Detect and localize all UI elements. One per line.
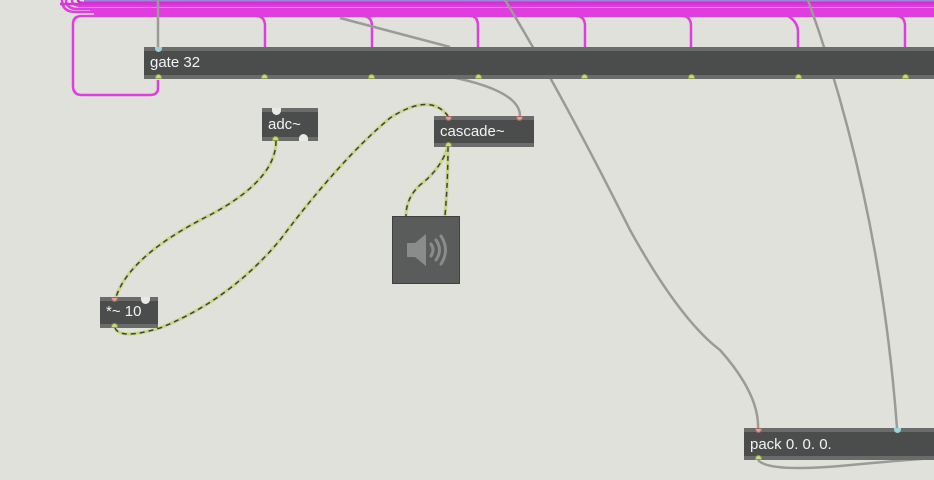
gate-outlet-3[interactable] bbox=[368, 74, 375, 79]
adc-bottom-bar bbox=[262, 137, 318, 141]
gate-outlet-1[interactable] bbox=[155, 74, 162, 79]
patchcord-gate-inlet-5[interactable] bbox=[575, 14, 587, 47]
patchcord-gate-inlet-6[interactable] bbox=[681, 14, 693, 47]
patchcord-gate-inlet-4[interactable] bbox=[469, 14, 480, 47]
speaker-icon bbox=[407, 234, 447, 266]
gate-top-bar bbox=[144, 47, 934, 51]
adc-outlet-left[interactable] bbox=[272, 136, 279, 141]
cascade-inlet-left[interactable] bbox=[445, 116, 452, 121]
gate-object[interactable]: gate 32 bbox=[144, 47, 934, 79]
multiply-inlet-left[interactable] bbox=[111, 297, 118, 302]
pack-inlet-3[interactable] bbox=[894, 428, 901, 433]
gate-outlet-7[interactable] bbox=[795, 74, 802, 79]
patchcord-gate-inlet-2[interactable] bbox=[255, 14, 267, 47]
gate-label: gate 32 bbox=[150, 54, 201, 71]
adc-object[interactable]: adc~ bbox=[262, 108, 318, 141]
gate-outlet-5[interactable] bbox=[581, 74, 588, 79]
multiply-label: *~ 10 bbox=[106, 303, 142, 320]
patchcord-to-cascade-right[interactable] bbox=[445, 74, 522, 117]
adc-inlet[interactable] bbox=[272, 108, 281, 115]
ezdac-speaker-button[interactable] bbox=[392, 216, 460, 284]
multiply-inlet-right[interactable] bbox=[141, 297, 150, 304]
multiply-outlet[interactable] bbox=[111, 323, 118, 328]
gate-outlet-2[interactable] bbox=[261, 74, 268, 79]
cascade-outlet[interactable] bbox=[445, 142, 452, 147]
adc-label: adc~ bbox=[268, 116, 301, 133]
patchcord-to-gate[interactable] bbox=[339, 16, 451, 49]
signal-adc-to-mult[interactable] bbox=[114, 140, 278, 298]
pack-inlet-1[interactable] bbox=[755, 428, 762, 433]
gate-outlet-8[interactable] bbox=[902, 74, 909, 79]
multiply-bottom-bar bbox=[100, 324, 158, 328]
adc-outlet-right[interactable] bbox=[299, 134, 308, 141]
gate-outlet-4[interactable] bbox=[475, 74, 482, 79]
gate-inlet-left[interactable] bbox=[155, 47, 162, 52]
cascade-inlet-right[interactable] bbox=[516, 116, 523, 121]
pack-outlet[interactable] bbox=[755, 455, 762, 460]
pack-top-bar bbox=[744, 428, 934, 432]
gate-outlet-6[interactable] bbox=[688, 74, 695, 79]
cascade-label: cascade~ bbox=[440, 123, 505, 140]
pack-label: pack 0. 0. 0. bbox=[750, 436, 832, 453]
adc-top-bar bbox=[262, 108, 318, 112]
patchcord-gate-inlet-7[interactable] bbox=[787, 14, 800, 47]
pack-object[interactable]: pack 0. 0. 0. bbox=[744, 428, 934, 460]
cascade-object[interactable]: cascade~ bbox=[434, 116, 534, 147]
patchcord-gate-inlet-3[interactable] bbox=[361, 14, 374, 47]
patchcord-gate-inlet-8[interactable] bbox=[895, 14, 907, 47]
signal-cascade-to-dac-left[interactable] bbox=[404, 146, 450, 217]
pack-bottom-bar bbox=[744, 456, 934, 460]
multiply-object[interactable]: *~ 10 bbox=[100, 297, 158, 328]
